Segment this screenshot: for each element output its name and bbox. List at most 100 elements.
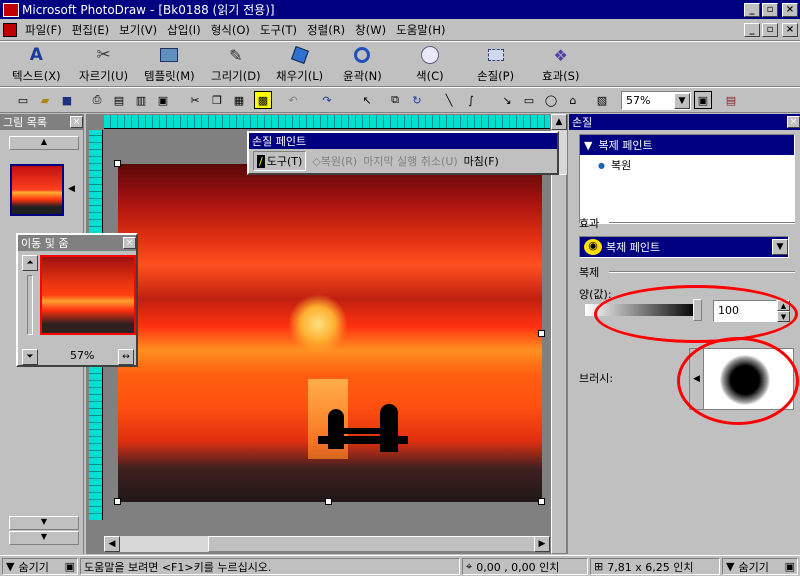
rectangle-icon[interactable]: ▭: [520, 91, 538, 109]
scroll-right-arrow[interactable]: ▶: [534, 536, 550, 552]
selection-handle[interactable]: [538, 330, 545, 337]
chevron-down-icon[interactable]: ▼: [674, 92, 690, 109]
coords-readout: ⌖ 0,00 , 0,00 인치: [462, 558, 588, 575]
touchup-button[interactable]: 손질(P): [477, 44, 514, 86]
menu-edit[interactable]: 편집(E): [67, 22, 114, 38]
shape-icon[interactable]: ⌂: [564, 91, 582, 109]
close-icon[interactable]: ×: [123, 237, 136, 249]
effect-select[interactable]: ◉ 복제 페인트 ▼: [579, 236, 789, 258]
fit-icon[interactable]: ▣: [694, 91, 712, 109]
zoom-out-icon[interactable]: ⏷: [22, 349, 38, 365]
print-icon[interactable]: ⎙: [88, 91, 106, 109]
tree-item-restore[interactable]: ● 복원: [580, 155, 794, 175]
menu-arrange[interactable]: 정렬(R): [302, 22, 350, 38]
scroll-thumb[interactable]: [551, 174, 567, 554]
fit-width-icon[interactable]: ↔: [118, 349, 134, 365]
curve-icon[interactable]: ∫: [462, 91, 480, 109]
line-icon[interactable]: ╲: [440, 91, 458, 109]
close-button[interactable]: ×: [782, 2, 798, 17]
camera-icon[interactable]: ▣: [154, 91, 172, 109]
doc-restore-button[interactable]: ▫: [762, 22, 778, 37]
minimize-button[interactable]: _: [744, 2, 760, 17]
finish-button[interactable]: 마침(F): [464, 153, 499, 169]
bullet-icon: ●: [598, 160, 605, 170]
cut-icon[interactable]: ✂: [186, 91, 204, 109]
print-preview-icon[interactable]: ▤: [110, 91, 128, 109]
arrow-icon[interactable]: ↘: [498, 91, 516, 109]
scroll-down-button[interactable]: ▼: [9, 516, 79, 530]
navigator-preview[interactable]: [40, 255, 136, 335]
picture-list-title: 그림 목록: [3, 116, 47, 129]
thumbnail[interactable]: [10, 164, 64, 216]
scroll-left-arrow[interactable]: ◀: [104, 536, 120, 552]
panel-icon: ▣: [784, 560, 795, 573]
paste-icon[interactable]: ▦: [230, 91, 248, 109]
triangle-down-icon: ▼: [584, 138, 593, 152]
picture-icon[interactable]: ▧: [593, 91, 611, 109]
selection-handle[interactable]: [114, 498, 121, 505]
new-icon[interactable]: ▭: [14, 91, 32, 109]
tree-item-clone-paint[interactable]: ▼ 복제 페인트: [580, 135, 794, 155]
group-icon[interactable]: ⧉: [386, 91, 404, 109]
draw-button[interactable]: ✎ 그리기(D): [211, 44, 261, 86]
doc-close-button[interactable]: ×: [782, 22, 798, 37]
hide-left-button[interactable]: ▼ 숨기기 ▣: [2, 558, 78, 575]
scroll-up-button[interactable]: ▲: [9, 136, 79, 150]
maximize-button[interactable]: ▫: [762, 2, 778, 17]
title-bar: Microsoft PhotoDraw - [Bk0188 (읽기 전용)] _…: [0, 0, 800, 19]
visual-menu-bar: A 텍스트(X) ✂ 자르기(U) 템플릿(M) ✎ 그리기(D) 채우기(L)…: [0, 41, 800, 87]
format-painter-icon[interactable]: ▩: [254, 91, 272, 109]
menu-file[interactable]: 파일(F): [20, 22, 67, 38]
scan-icon[interactable]: ▥: [132, 91, 150, 109]
pointer-icon[interactable]: ↖: [358, 91, 376, 109]
selection-handle[interactable]: [538, 498, 545, 505]
outline-button[interactable]: 윤곽(N): [343, 44, 382, 86]
menu-view[interactable]: 보기(V): [114, 22, 162, 38]
menu-tools[interactable]: 도구(T): [255, 22, 302, 38]
ellipse-icon[interactable]: ◯: [542, 91, 560, 109]
thumbnail-arrow-icon[interactable]: ◀: [68, 184, 75, 194]
undo-last-button[interactable]: 마지막 실행 취소(U): [363, 153, 457, 169]
selection-handle[interactable]: [114, 160, 121, 167]
crop-button[interactable]: ✂ 자르기(U): [79, 44, 128, 86]
scroll-thumb[interactable]: [208, 536, 538, 552]
horizontal-scrollbar[interactable]: ◀ ▶: [104, 536, 550, 552]
menu-insert[interactable]: 삽입(I): [162, 22, 206, 38]
redo-icon[interactable]: ↷: [318, 91, 336, 109]
templates-button[interactable]: 템플릿(M): [144, 44, 195, 86]
document-icon[interactable]: [3, 22, 17, 37]
open-folder-icon[interactable]: ▰: [36, 91, 54, 109]
undo-icon[interactable]: ↶: [284, 91, 302, 109]
app-title: Microsoft PhotoDraw: [22, 2, 146, 17]
effects-button[interactable]: ❖ 효과(S): [542, 44, 579, 86]
chevron-down-icon[interactable]: ▼: [772, 239, 788, 255]
color-button[interactable]: 색(C): [416, 44, 444, 86]
menu-window[interactable]: 창(W): [350, 22, 391, 38]
text-button[interactable]: A 텍스트(X): [12, 44, 61, 86]
menu-format[interactable]: 형식(O): [206, 22, 255, 38]
fill-button[interactable]: 채우기(L): [276, 44, 323, 86]
scroll-end-button[interactable]: ▼: [9, 531, 79, 545]
selection-handle[interactable]: [325, 498, 332, 505]
copy-icon[interactable]: ❐: [208, 91, 226, 109]
standard-toolbar: ▭ ▰ ■ ⎙ ▤ ▥ ▣ ✂ ❐ ▦ ▩ ↶ ↷ ↖ ⧉ ↻ ╲ ∫ ↘ ▭ …: [0, 87, 800, 113]
tool-button[interactable]: / 도구(T): [253, 151, 307, 171]
save-icon[interactable]: ■: [58, 91, 76, 109]
zoom-in-icon[interactable]: ⏶: [22, 255, 38, 271]
hide-right-button[interactable]: ▼ 숨기기 ▣: [722, 558, 798, 575]
close-icon[interactable]: ×: [787, 116, 800, 128]
scroll-up-arrow[interactable]: ▲: [551, 114, 567, 130]
restore-button[interactable]: ◇복원(R): [312, 153, 357, 169]
app-icon[interactable]: [3, 2, 19, 17]
size-readout: ⊞ 7,81 x 6,25 인치: [590, 558, 720, 575]
close-icon[interactable]: ×: [70, 116, 83, 128]
rotate-icon[interactable]: ↻: [408, 91, 426, 109]
zoom-select[interactable]: 57% ▼: [621, 91, 691, 110]
status-bar: ▼ 숨기기 ▣ 도움말을 보려면 <F1>키를 누르십시오. ⌖ 0,00 , …: [0, 555, 800, 576]
doc-minimize-button[interactable]: _: [744, 22, 760, 37]
photo-canvas[interactable]: [118, 164, 542, 502]
zoom-slider[interactable]: ⏶: [22, 255, 38, 345]
menu-help[interactable]: 도움말(H): [391, 22, 450, 38]
book-icon[interactable]: ▤: [722, 91, 740, 109]
brush-icon: /: [257, 154, 265, 168]
